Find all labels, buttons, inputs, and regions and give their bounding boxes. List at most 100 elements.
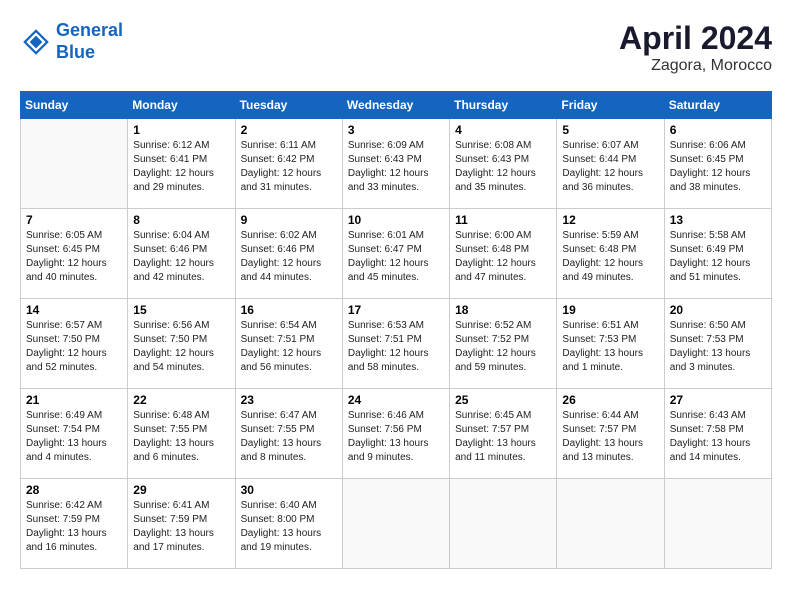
week-row-1: 1 Sunrise: 6:12 AM Sunset: 6:41 PM Daylig… [21, 119, 772, 209]
title-block: April 2024 Zagora, Morocco [619, 20, 772, 75]
calendar-cell: 26 Sunrise: 6:44 AM Sunset: 7:57 PM Dayli… [557, 389, 664, 479]
day-info: Sunrise: 6:09 AM Sunset: 6:43 PM Dayligh… [348, 139, 444, 195]
day-number: 28 [26, 483, 122, 497]
calendar-cell: 28 Sunrise: 6:42 AM Sunset: 7:59 PM Dayli… [21, 479, 128, 569]
day-info: Sunrise: 6:44 AM Sunset: 7:57 PM Dayligh… [562, 409, 658, 465]
calendar-cell: 13 Sunrise: 5:58 AM Sunset: 6:49 PM Dayli… [664, 209, 771, 299]
day-number: 21 [26, 393, 122, 407]
day-number: 20 [670, 303, 766, 317]
logo: General Blue [20, 20, 123, 63]
calendar-cell: 14 Sunrise: 6:57 AM Sunset: 7:50 PM Dayli… [21, 299, 128, 389]
day-info: Sunrise: 6:56 AM Sunset: 7:50 PM Dayligh… [133, 319, 229, 375]
day-info: Sunrise: 6:11 AM Sunset: 6:42 PM Dayligh… [241, 139, 337, 195]
weekday-header-saturday: Saturday [664, 92, 771, 119]
calendar-cell: 21 Sunrise: 6:49 AM Sunset: 7:54 PM Dayli… [21, 389, 128, 479]
day-info: Sunrise: 6:06 AM Sunset: 6:45 PM Dayligh… [670, 139, 766, 195]
day-info: Sunrise: 6:50 AM Sunset: 7:53 PM Dayligh… [670, 319, 766, 375]
calendar-cell: 16 Sunrise: 6:54 AM Sunset: 7:51 PM Dayli… [235, 299, 342, 389]
calendar-cell [557, 479, 664, 569]
weekday-header-row: SundayMondayTuesdayWednesdayThursdayFrid… [21, 92, 772, 119]
week-row-3: 14 Sunrise: 6:57 AM Sunset: 7:50 PM Dayli… [21, 299, 772, 389]
day-info: Sunrise: 6:01 AM Sunset: 6:47 PM Dayligh… [348, 229, 444, 285]
day-number: 11 [455, 213, 551, 227]
day-info: Sunrise: 5:58 AM Sunset: 6:49 PM Dayligh… [670, 229, 766, 285]
day-info: Sunrise: 6:54 AM Sunset: 7:51 PM Dayligh… [241, 319, 337, 375]
day-info: Sunrise: 6:52 AM Sunset: 7:52 PM Dayligh… [455, 319, 551, 375]
calendar-cell: 29Sunrise: 6:41 AM Sunset: 7:59 PM Dayli… [128, 479, 235, 569]
day-info: Sunrise: 6:57 AM Sunset: 7:50 PM Dayligh… [26, 319, 122, 375]
day-number: 7 [26, 213, 122, 227]
weekday-header-wednesday: Wednesday [342, 92, 449, 119]
day-info: Sunrise: 6:00 AM Sunset: 6:48 PM Dayligh… [455, 229, 551, 285]
weekday-header-sunday: Sunday [21, 92, 128, 119]
day-info: Sunrise: 6:02 AM Sunset: 6:46 PM Dayligh… [241, 229, 337, 285]
day-info: Sunrise: 6:45 AM Sunset: 7:57 PM Dayligh… [455, 409, 551, 465]
calendar-cell: 19 Sunrise: 6:51 AM Sunset: 7:53 PM Dayli… [557, 299, 664, 389]
calendar-cell: 17 Sunrise: 6:53 AM Sunset: 7:51 PM Dayli… [342, 299, 449, 389]
day-number: 8 [133, 213, 229, 227]
day-info: Sunrise: 6:41 AM Sunset: 7:59 PM Dayligh… [133, 499, 229, 555]
calendar-cell: 8 Sunrise: 6:04 AM Sunset: 6:46 PM Daylig… [128, 209, 235, 299]
week-row-4: 21 Sunrise: 6:49 AM Sunset: 7:54 PM Dayli… [21, 389, 772, 479]
day-info: Sunrise: 6:47 AM Sunset: 7:55 PM Dayligh… [241, 409, 337, 465]
calendar-cell: 7 Sunrise: 6:05 AM Sunset: 6:45 PM Daylig… [21, 209, 128, 299]
day-number: 16 [241, 303, 337, 317]
calendar-cell: 12Sunrise: 5:59 AM Sunset: 6:48 PM Dayli… [557, 209, 664, 299]
day-info: Sunrise: 6:05 AM Sunset: 6:45 PM Dayligh… [26, 229, 122, 285]
day-number: 17 [348, 303, 444, 317]
day-info: Sunrise: 6:53 AM Sunset: 7:51 PM Dayligh… [348, 319, 444, 375]
day-number: 24 [348, 393, 444, 407]
month-title: April 2024 [619, 20, 772, 57]
day-number: 26 [562, 393, 658, 407]
day-info: Sunrise: 5:59 AM Sunset: 6:48 PM Dayligh… [562, 229, 658, 285]
day-number: 4 [455, 123, 551, 137]
day-number: 18 [455, 303, 551, 317]
calendar-cell: 2 Sunrise: 6:11 AM Sunset: 6:42 PM Daylig… [235, 119, 342, 209]
logo-text: General Blue [56, 20, 123, 63]
calendar-cell: 5Sunrise: 6:07 AM Sunset: 6:44 PM Daylig… [557, 119, 664, 209]
day-info: Sunrise: 6:04 AM Sunset: 6:46 PM Dayligh… [133, 229, 229, 285]
day-number: 3 [348, 123, 444, 137]
day-info: Sunrise: 6:51 AM Sunset: 7:53 PM Dayligh… [562, 319, 658, 375]
day-info: Sunrise: 6:49 AM Sunset: 7:54 PM Dayligh… [26, 409, 122, 465]
calendar-cell: 1 Sunrise: 6:12 AM Sunset: 6:41 PM Daylig… [128, 119, 235, 209]
calendar-cell: 20 Sunrise: 6:50 AM Sunset: 7:53 PM Dayli… [664, 299, 771, 389]
calendar-cell: 9 Sunrise: 6:02 AM Sunset: 6:46 PM Daylig… [235, 209, 342, 299]
calendar-cell: 18 Sunrise: 6:52 AM Sunset: 7:52 PM Dayli… [450, 299, 557, 389]
day-info: Sunrise: 6:42 AM Sunset: 7:59 PM Dayligh… [26, 499, 122, 555]
day-number: 1 [133, 123, 229, 137]
calendar-cell [21, 119, 128, 209]
day-number: 19 [562, 303, 658, 317]
calendar-cell [664, 479, 771, 569]
week-row-5: 28 Sunrise: 6:42 AM Sunset: 7:59 PM Dayli… [21, 479, 772, 569]
day-number: 25 [455, 393, 551, 407]
day-number: 30 [241, 483, 337, 497]
day-number: 13 [670, 213, 766, 227]
day-info: Sunrise: 6:40 AM Sunset: 8:00 PM Dayligh… [241, 499, 337, 555]
weekday-header-thursday: Thursday [450, 92, 557, 119]
day-info: Sunrise: 6:12 AM Sunset: 6:41 PM Dayligh… [133, 139, 229, 195]
day-number: 14 [26, 303, 122, 317]
calendar-cell: 11 Sunrise: 6:00 AM Sunset: 6:48 PM Dayli… [450, 209, 557, 299]
calendar-cell: 23Sunrise: 6:47 AM Sunset: 7:55 PM Dayli… [235, 389, 342, 479]
calendar-cell: 3 Sunrise: 6:09 AM Sunset: 6:43 PM Daylig… [342, 119, 449, 209]
calendar-cell [342, 479, 449, 569]
day-info: Sunrise: 6:46 AM Sunset: 7:56 PM Dayligh… [348, 409, 444, 465]
day-info: Sunrise: 6:07 AM Sunset: 6:44 PM Dayligh… [562, 139, 658, 195]
day-info: Sunrise: 6:43 AM Sunset: 7:58 PM Dayligh… [670, 409, 766, 465]
calendar-cell: 24 Sunrise: 6:46 AM Sunset: 7:56 PM Dayli… [342, 389, 449, 479]
calendar-cell: 25 Sunrise: 6:45 AM Sunset: 7:57 PM Dayli… [450, 389, 557, 479]
day-number: 2 [241, 123, 337, 137]
page-header: General Blue April 2024 Zagora, Morocco [20, 20, 772, 75]
day-number: 10 [348, 213, 444, 227]
calendar-cell: 22 Sunrise: 6:48 AM Sunset: 7:55 PM Dayli… [128, 389, 235, 479]
day-info: Sunrise: 6:48 AM Sunset: 7:55 PM Dayligh… [133, 409, 229, 465]
day-number: 22 [133, 393, 229, 407]
weekday-header-monday: Monday [128, 92, 235, 119]
calendar-table: SundayMondayTuesdayWednesdayThursdayFrid… [20, 91, 772, 569]
calendar-cell: 27Sunrise: 6:43 AM Sunset: 7:58 PM Dayli… [664, 389, 771, 479]
location: Zagora, Morocco [619, 57, 772, 75]
calendar-cell [450, 479, 557, 569]
day-number: 9 [241, 213, 337, 227]
weekday-header-friday: Friday [557, 92, 664, 119]
